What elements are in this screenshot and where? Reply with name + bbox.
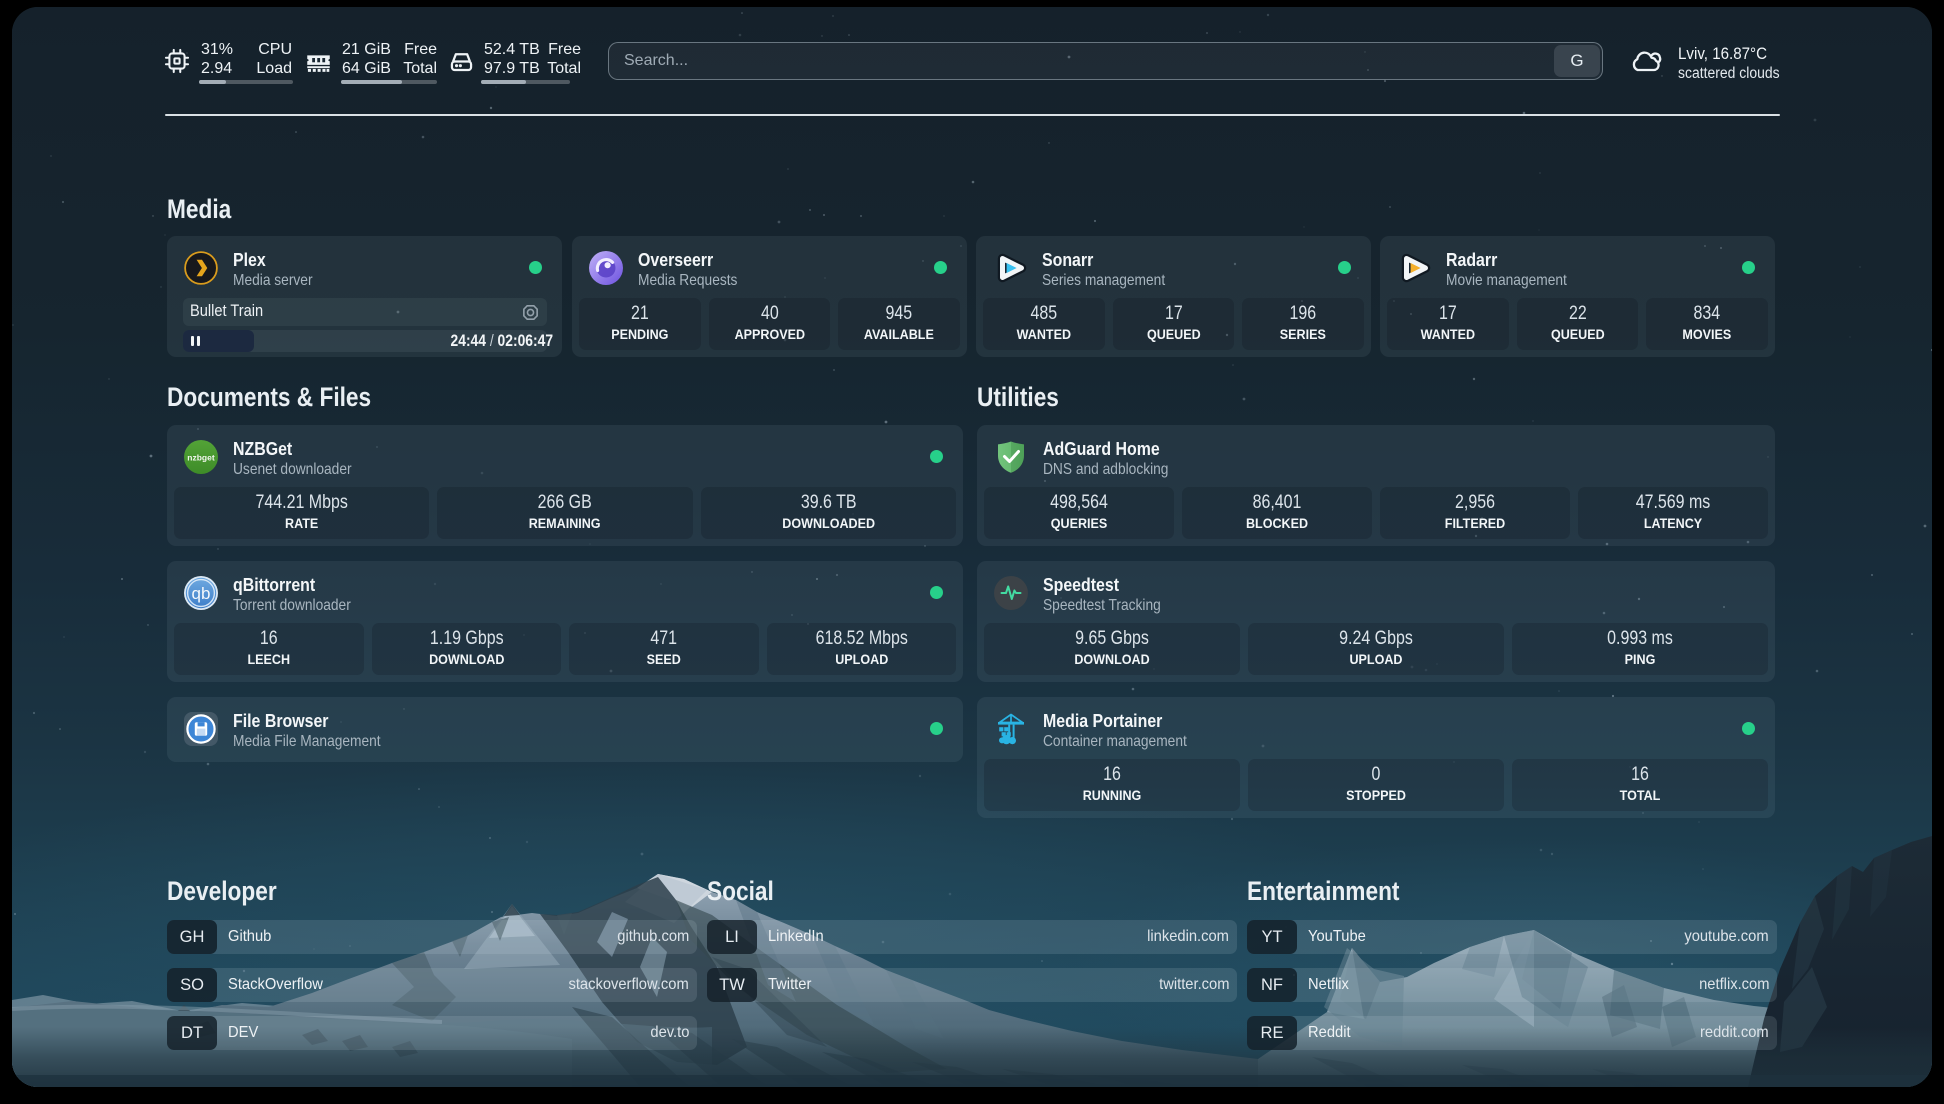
svg-text:qb: qb (192, 584, 211, 603)
svg-text:nzbget: nzbget (187, 453, 215, 463)
